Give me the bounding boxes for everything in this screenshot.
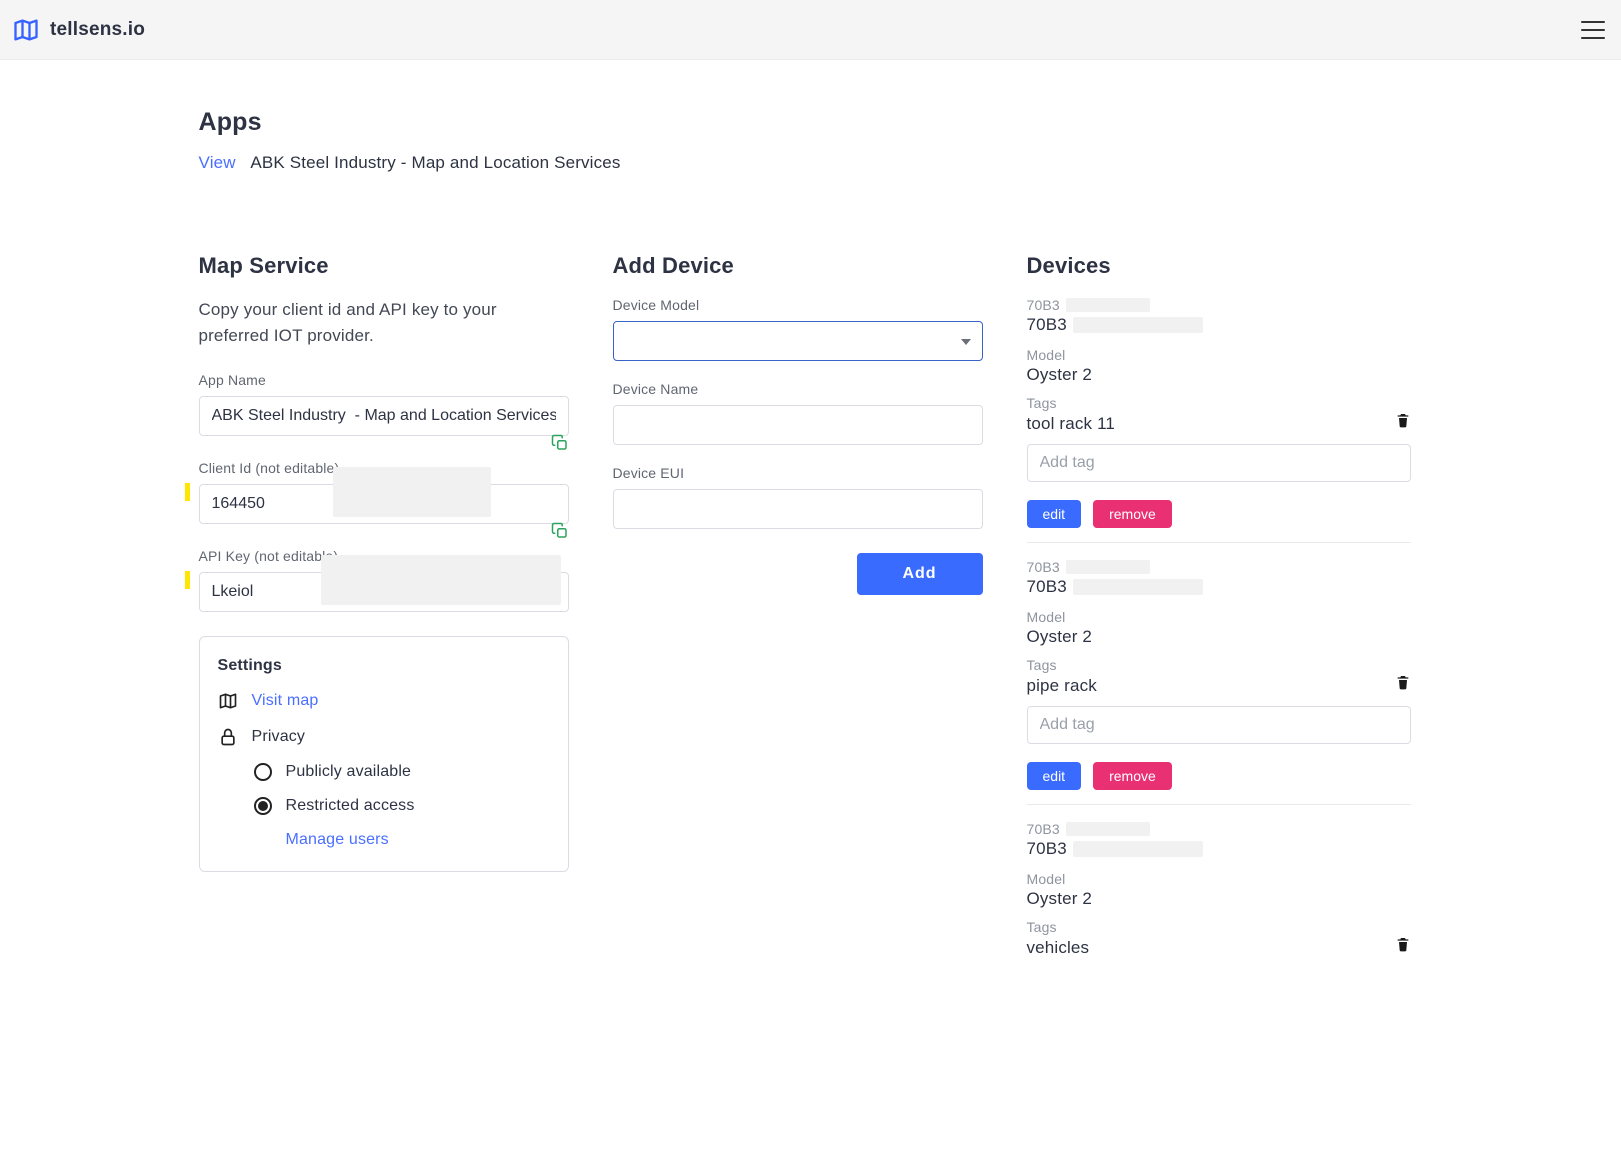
breadcrumb-link-view[interactable]: View	[199, 153, 236, 172]
map-logo-icon	[12, 16, 40, 44]
map-service-heading: Map Service	[199, 253, 569, 279]
edit-device-button[interactable]: edit	[1027, 500, 1082, 528]
copy-icon[interactable]	[551, 434, 569, 452]
device-tags-label: Tags	[1027, 657, 1411, 673]
device-tags-label: Tags	[1027, 395, 1411, 411]
highlight-marker	[185, 571, 190, 589]
device-card: 70B3 70B3 Model Oyster 2 Tags vehicles	[1027, 821, 1411, 958]
trash-icon[interactable]	[1395, 935, 1411, 953]
device-tags-label: Tags	[1027, 919, 1411, 935]
device-model-label: Model	[1027, 871, 1411, 887]
breadcrumb-current: ABK Steel Industry - Map and Location Se…	[250, 153, 620, 172]
device-eui-label: Device EUI	[613, 465, 983, 481]
devices-heading: Devices	[1027, 253, 1411, 279]
device-id: 70B3	[1027, 315, 1067, 335]
device-tag-value: pipe rack	[1027, 676, 1097, 696]
map-icon	[218, 691, 238, 711]
radio-public[interactable]	[254, 763, 272, 781]
device-eui-input[interactable]	[613, 489, 983, 529]
redaction-mask	[1066, 298, 1150, 312]
device-card: 70B3 70B3 Model Oyster 2 Tags pipe rack editre…	[1027, 559, 1411, 805]
device-model-value: Oyster 2	[1027, 627, 1411, 647]
redaction-mask	[1073, 317, 1203, 333]
redaction-mask	[1066, 822, 1150, 836]
menu-icon[interactable]	[1581, 21, 1605, 39]
device-name-input[interactable]	[613, 405, 983, 445]
copy-icon[interactable]	[551, 522, 569, 540]
redaction-mask	[1073, 579, 1203, 595]
redaction-mask	[321, 555, 561, 605]
device-tag-value: tool rack 11	[1027, 414, 1116, 434]
manage-users-link[interactable]: Manage users	[286, 831, 389, 849]
device-model-label: Device Model	[613, 297, 983, 313]
visit-map-link[interactable]: Visit map	[252, 692, 319, 710]
app-name-input[interactable]	[199, 396, 569, 436]
device-model-value: Oyster 2	[1027, 365, 1411, 385]
device-model-select[interactable]	[613, 321, 983, 361]
app-name-label: App Name	[199, 372, 569, 388]
device-name-label: Device Name	[613, 381, 983, 397]
settings-heading: Settings	[218, 657, 550, 675]
redaction-mask	[333, 467, 491, 517]
device-id-small: 70B3	[1027, 821, 1060, 837]
add-device-heading: Add Device	[613, 253, 983, 279]
device-id-small: 70B3	[1027, 559, 1060, 575]
redaction-mask	[1066, 560, 1150, 574]
radio-restricted[interactable]	[254, 797, 272, 815]
trash-icon[interactable]	[1395, 673, 1411, 691]
add-tag-input[interactable]	[1027, 444, 1411, 482]
add-tag-input[interactable]	[1027, 706, 1411, 744]
trash-icon[interactable]	[1395, 411, 1411, 429]
settings-card: Settings Visit map Privacy Publicly avai…	[199, 636, 569, 872]
device-id-small: 70B3	[1027, 297, 1060, 313]
brand[interactable]: tellsens.io	[12, 16, 145, 44]
device-tag-value: vehicles	[1027, 938, 1090, 958]
brand-name: tellsens.io	[50, 19, 145, 41]
edit-device-button[interactable]: edit	[1027, 762, 1082, 790]
redaction-mask	[1073, 841, 1203, 857]
device-model-value: Oyster 2	[1027, 889, 1411, 909]
highlight-marker	[185, 483, 190, 501]
privacy-option-restricted: Restricted access	[286, 797, 415, 815]
page-title: Apps	[199, 108, 1411, 137]
device-divider	[1027, 542, 1411, 543]
lock-icon	[218, 727, 238, 747]
privacy-label: Privacy	[252, 728, 306, 746]
remove-device-button[interactable]: remove	[1093, 762, 1172, 790]
device-card: 70B3 70B3 Model Oyster 2 Tags tool rack 11 edi…	[1027, 297, 1411, 543]
add-device-button[interactable]: Add	[857, 553, 983, 595]
breadcrumb: View ABK Steel Industry - Map and Locati…	[199, 153, 1411, 173]
map-service-subtext: Copy your client id and API key to your …	[199, 297, 569, 350]
device-divider	[1027, 804, 1411, 805]
privacy-option-public: Publicly available	[286, 763, 412, 781]
remove-device-button[interactable]: remove	[1093, 500, 1172, 528]
device-model-label: Model	[1027, 609, 1411, 625]
device-model-label: Model	[1027, 347, 1411, 363]
device-id: 70B3	[1027, 839, 1067, 859]
device-id: 70B3	[1027, 577, 1067, 597]
